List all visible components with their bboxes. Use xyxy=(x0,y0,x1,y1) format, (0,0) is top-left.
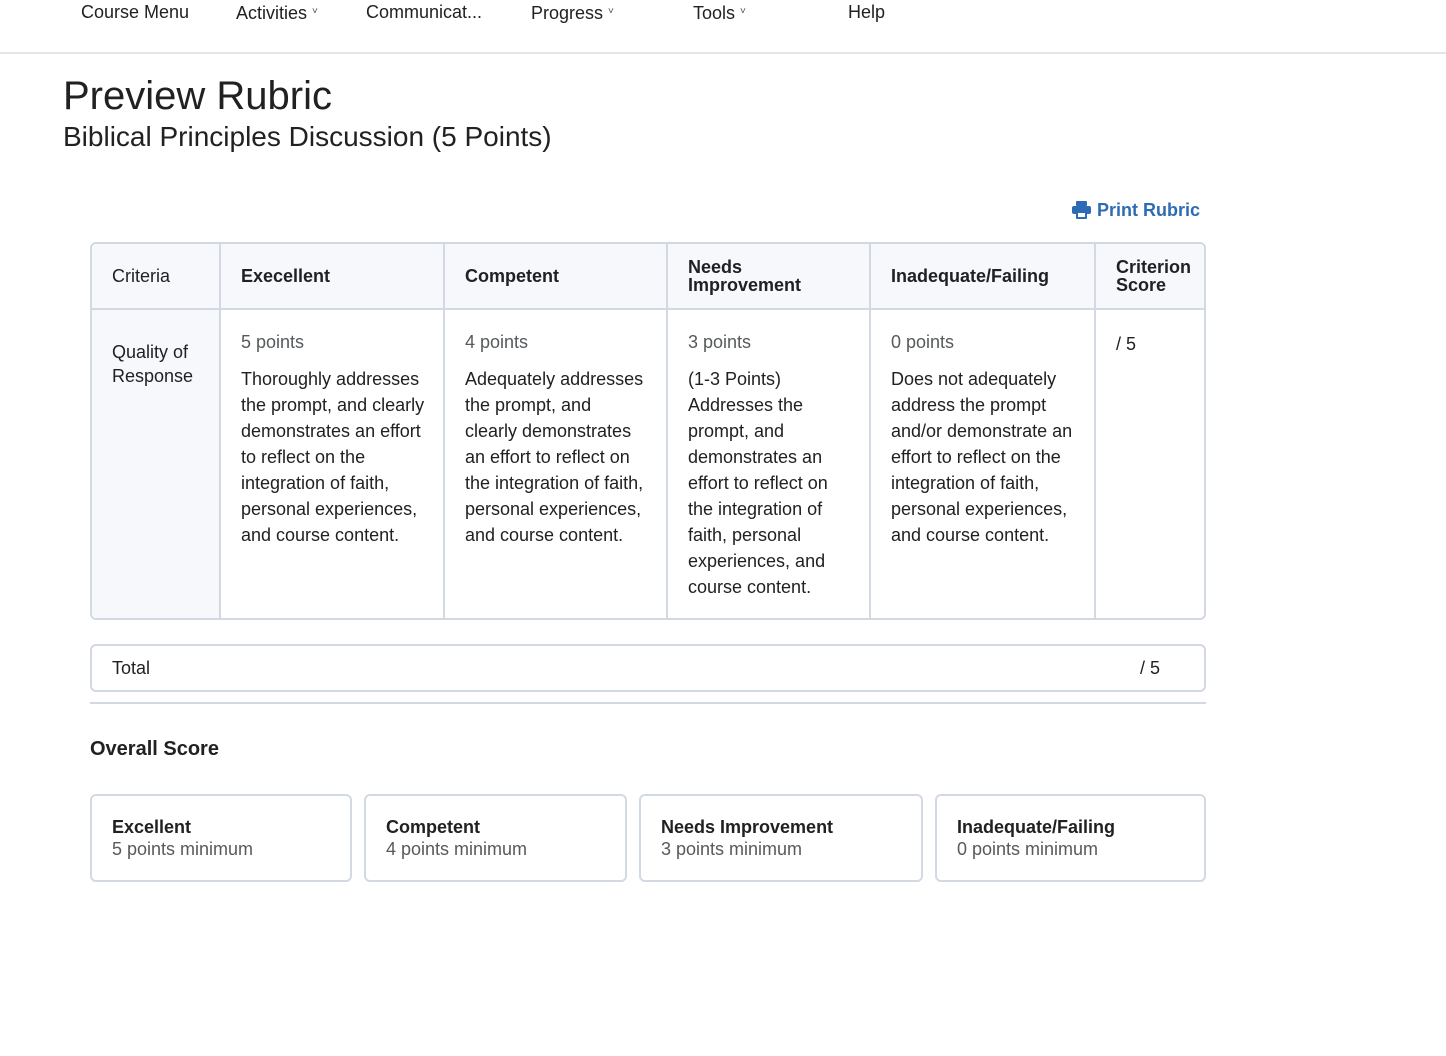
chevron-down-icon: ˅ xyxy=(740,6,746,17)
criteria-header: Criteria xyxy=(92,244,219,310)
level-points: 3 points xyxy=(688,332,752,352)
level-description: Adequately addresses the prompt, and cle… xyxy=(465,369,644,545)
overall-level-minimum: 3 points minimum xyxy=(661,839,803,859)
nav-help[interactable]: Help xyxy=(848,0,885,24)
nav-label: Activities xyxy=(236,3,308,23)
page-subtitle: Biblical Principles Discussion (5 Points… xyxy=(63,121,552,152)
level-points: 5 points xyxy=(241,332,305,352)
overall-level-name: Excellent xyxy=(112,817,192,837)
nav-label: Tools xyxy=(693,3,736,23)
level-column-needs-improvement: Needs Improvement 3 points (1-3 Points) … xyxy=(666,244,869,618)
chevron-down-icon: ˅ xyxy=(312,6,318,17)
nav-label: Help xyxy=(848,2,886,22)
level-cell: 0 points Does not adequately address the… xyxy=(871,310,1094,618)
page-title: Preview Rubric xyxy=(63,74,332,118)
level-column-excellent: Execellent 5 points Thoroughly addresses… xyxy=(219,244,443,618)
overall-level-card: Inadequate/Failing 0 points minimum xyxy=(935,794,1206,882)
overall-level-minimum: 4 points minimum xyxy=(386,839,528,859)
overall-level-card: Competent 4 points minimum xyxy=(364,794,627,882)
nav-label: Progress xyxy=(531,3,604,23)
criteria-column: Criteria Quality of Response xyxy=(92,244,219,618)
level-header: Execellent xyxy=(221,244,443,310)
level-column-competent: Competent 4 points Adequately addresses … xyxy=(443,244,666,618)
level-description: Thoroughly addresses the prompt, and cle… xyxy=(241,369,425,545)
level-cell: 5 points Thoroughly addresses the prompt… xyxy=(221,310,443,618)
level-header: Inadequate/Failing xyxy=(871,244,1094,310)
score-cell: / 5 xyxy=(1096,310,1204,618)
print-rubric-link[interactable]: Print Rubric xyxy=(1072,198,1200,222)
total-label: Total xyxy=(112,658,151,678)
nav-tools[interactable]: Tools ˅ xyxy=(693,0,746,25)
overall-level-card: Excellent 5 points minimum xyxy=(90,794,352,882)
level-header: Needs Improvement xyxy=(668,244,869,310)
total-row: Total / 5 xyxy=(90,644,1206,692)
level-points: 4 points xyxy=(465,332,529,352)
overall-level-name: Competent xyxy=(386,817,480,837)
level-header: Competent xyxy=(445,244,666,310)
score-column: Criterion Score / 5 xyxy=(1094,244,1204,618)
nav-progress[interactable]: Progress ˅ xyxy=(531,0,614,25)
score-header: Criterion Score xyxy=(1096,244,1204,310)
level-points: 0 points xyxy=(891,332,955,352)
level-cell: 4 points Adequately addresses the prompt… xyxy=(445,310,666,618)
level-description: (1-3 Points) Addresses the prompt, and d… xyxy=(688,369,828,597)
criterion-name: Quality of Response xyxy=(112,342,194,386)
nav-label: Course Menu xyxy=(81,2,190,22)
total-score: / 5 xyxy=(1140,658,1161,678)
level-cell: 3 points (1-3 Points) Addresses the prom… xyxy=(668,310,869,618)
overall-level-minimum: 5 points minimum xyxy=(112,839,254,859)
level-column-inadequate: Inadequate/Failing 0 points Does not ade… xyxy=(869,244,1094,618)
criterion-cell: Quality of Response xyxy=(92,310,219,618)
print-rubric-label: Print Rubric xyxy=(1097,200,1201,220)
chevron-down-icon: ˅ xyxy=(608,6,614,17)
overall-level-minimum: 0 points minimum xyxy=(957,839,1099,859)
rubric-table: Criteria Quality of Response Execellent … xyxy=(90,242,1206,620)
nav-label: Communicat... xyxy=(366,2,483,22)
divider xyxy=(90,702,1206,704)
level-description: Does not adequately address the prompt a… xyxy=(891,369,1073,545)
printer-icon xyxy=(1072,201,1091,219)
overall-score-title: Overall Score xyxy=(90,738,219,760)
criterion-score: / 5 xyxy=(1116,334,1137,354)
overall-level-name: Needs Improvement xyxy=(661,817,834,837)
course-navbar: Course Menu Activities ˅ Communicat... Pr… xyxy=(0,0,1446,54)
overall-level-card: Needs Improvement 3 points minimum xyxy=(639,794,923,882)
nav-course-menu[interactable]: Course Menu xyxy=(81,0,189,24)
nav-communication[interactable]: Communicat... xyxy=(366,0,482,24)
overall-level-name: Inadequate/Failing xyxy=(957,817,1116,837)
nav-activities[interactable]: Activities ˅ xyxy=(236,0,318,25)
